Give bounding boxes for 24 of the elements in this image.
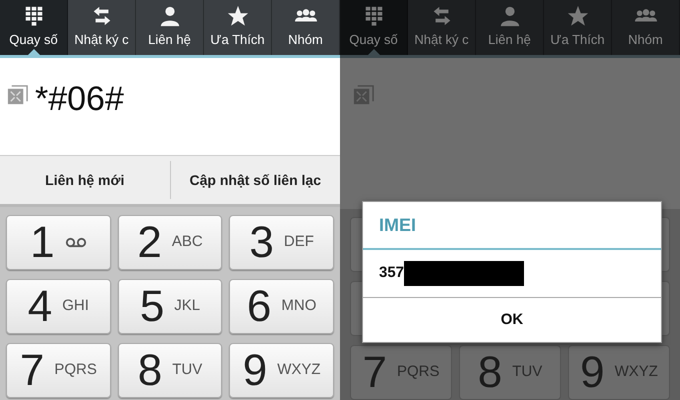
star-icon — [226, 5, 248, 28]
ok-button[interactable]: OK — [363, 298, 661, 342]
person-icon — [158, 5, 180, 28]
star-icon — [566, 5, 588, 28]
dial-key[interactable]: 9 WXYZ — [229, 343, 334, 398]
imei-value: 357 — [379, 263, 404, 284]
dial-key[interactable]: 1 — [6, 215, 111, 270]
tab[interactable]: Quay số — [340, 0, 408, 55]
dial-key[interactable]: 4 GHI — [6, 279, 111, 334]
dial-key[interactable]: 3 DEF — [229, 215, 334, 270]
action-button[interactable]: Liên hệ mới — [0, 170, 170, 190]
person-icon — [498, 5, 520, 28]
voicemail-icon — [64, 237, 87, 248]
dial-key[interactable]: 6 MNO — [229, 279, 334, 334]
dial-key[interactable]: 8 TUV — [118, 343, 222, 398]
tab[interactable]: Quay số — [0, 0, 68, 55]
dialog-title: IMEI — [363, 202, 661, 250]
contact-card-icon[interactable] — [6, 84, 29, 107]
dial-key[interactable]: 5 JKL — [118, 279, 222, 334]
contact-card-icon[interactable] — [352, 84, 375, 107]
dial-key[interactable]: 7 PQRS — [6, 343, 111, 398]
action-button[interactable]: Cập nhật số liên lạc — [170, 170, 340, 190]
dialed-number: *#06# — [35, 82, 124, 116]
dial-key[interactable]: 2 ABC — [118, 215, 222, 270]
